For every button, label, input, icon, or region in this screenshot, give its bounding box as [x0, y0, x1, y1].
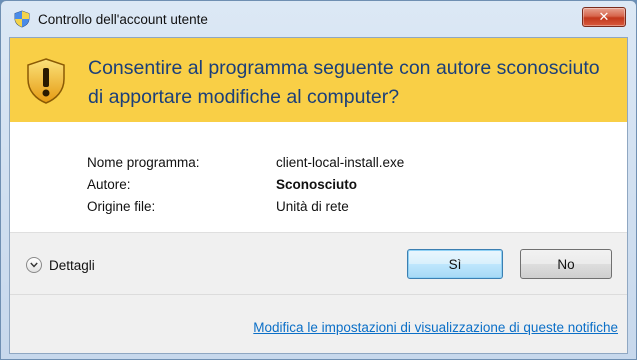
warning-shield-icon [27, 58, 65, 104]
dialog-body: Consentire al programma seguente con aut… [9, 37, 628, 354]
chevron-down-icon[interactable] [26, 257, 42, 273]
warning-message: Consentire al programma seguente con aut… [88, 57, 600, 108]
info-row-program-name: Nome programma: client-local-install.exe [87, 152, 404, 174]
warning-banner: Consentire al programma seguente con aut… [10, 38, 627, 122]
file-origin-value: Unità di rete [276, 199, 349, 214]
divider [10, 294, 627, 295]
program-info: Nome programma: client-local-install.exe… [87, 152, 404, 218]
yes-button[interactable]: Sì [407, 249, 503, 279]
uac-dialog: Controllo dell'account utente ✕ Consenti… [0, 0, 637, 360]
info-label: Autore: [87, 177, 131, 192]
info-row-publisher: Autore: Sconosciuto [87, 174, 404, 196]
program-name-value: client-local-install.exe [276, 155, 405, 170]
uac-shield-icon [14, 10, 30, 28]
info-label: Origine file: [87, 199, 156, 214]
close-icon: ✕ [598, 9, 610, 24]
notification-settings-link[interactable]: Modifica le impostazioni di visualizzazi… [253, 320, 618, 335]
no-button[interactable]: No [520, 249, 612, 279]
close-button[interactable]: ✕ [582, 7, 626, 27]
details-label[interactable]: Dettagli [49, 258, 95, 273]
info-label: Nome programma: [87, 155, 200, 170]
info-row-file-origin: Origine file: Unità di rete [87, 196, 404, 218]
title-bar[interactable]: Controllo dell'account utente ✕ [1, 1, 636, 37]
window-title: Controllo dell'account utente [38, 12, 208, 27]
details-toggle[interactable]: Dettagli [26, 257, 95, 273]
publisher-value: Sconosciuto [276, 177, 358, 192]
dialog-footer: Dettagli Sì No Modifica le impostazioni … [10, 233, 627, 353]
